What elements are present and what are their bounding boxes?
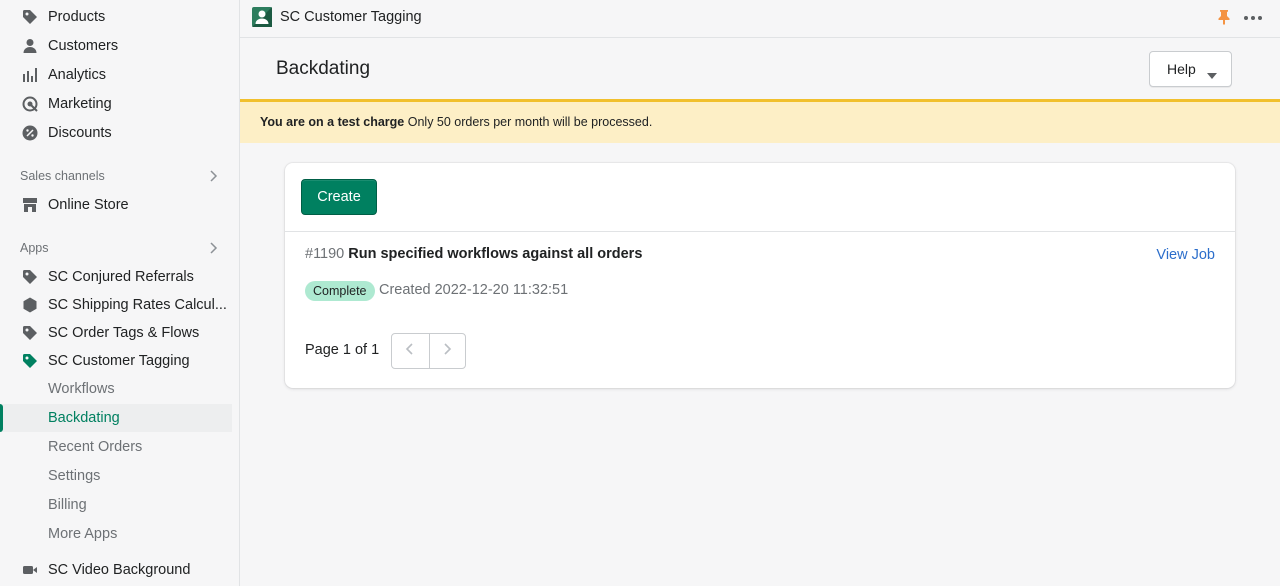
app-logo-icon (252, 7, 272, 27)
job-title: #1190 Run specified workflows against al… (305, 246, 642, 262)
chevron-left-icon (405, 342, 415, 361)
sidebar-item-label: Workflows (48, 381, 115, 397)
banner-message: Only 50 orders per month will be process… (407, 115, 653, 129)
pin-icon[interactable] (1217, 9, 1231, 30)
sidebar-subitem-more-apps[interactable]: More Apps (0, 520, 232, 548)
jobs-card: Create #1190 Run specified workflows aga… (285, 163, 1235, 388)
sidebar-subitem-settings[interactable]: Settings (0, 462, 232, 490)
next-page-button[interactable] (428, 334, 466, 368)
previous-page-button[interactable] (392, 334, 429, 368)
tag-icon (22, 9, 38, 25)
pagination-info: Page 1 of 1 (305, 342, 380, 358)
sidebar-item-label: Customers (48, 38, 119, 54)
sidebar-item-label: SC Customer Tagging (48, 353, 190, 369)
tag-icon (22, 325, 38, 341)
sidebar-item-label: More Apps (48, 526, 118, 542)
job-id: #1190 (305, 246, 345, 262)
banner-bold-text: You are on a test charge (260, 115, 405, 129)
sidebar-item-sc-video-background[interactable]: SC Video Background (0, 556, 232, 584)
sidebar-item-label: SC Order Tags & Flows (48, 325, 200, 341)
sidebar-item-label: Billing (48, 497, 87, 513)
status-badge: Complete (305, 281, 375, 301)
sidebar-item-label: Products (48, 9, 106, 25)
store-icon (22, 197, 38, 213)
sidebar-nav: Products Customers Analytics Marketing D… (0, 0, 240, 586)
page-title: Backdating (276, 58, 371, 79)
active-indicator (0, 404, 3, 432)
job-created-timestamp: Created 2022-12-20 11:32:51 (379, 282, 569, 298)
discount-icon (22, 125, 38, 141)
sidebar-item-analytics[interactable]: Analytics (0, 61, 232, 89)
sidebar-item-marketing[interactable]: Marketing (0, 90, 232, 118)
sidebar-item-label: Discounts (48, 125, 112, 141)
sidebar-subitem-workflows[interactable]: Workflows (0, 375, 232, 403)
tag-icon (22, 269, 38, 285)
sidebar-item-label: Online Store (48, 197, 129, 213)
view-job-link[interactable]: View Job (1156, 247, 1215, 263)
sidebar-item-discounts[interactable]: Discounts (0, 119, 232, 147)
bar-chart-icon (22, 67, 38, 83)
sidebar-item-label: Settings (48, 468, 101, 484)
sales-channels-heading[interactable]: Sales channels (20, 166, 220, 186)
sidebar-item-label: Marketing (48, 96, 112, 112)
section-heading-label: Sales channels (20, 169, 105, 183)
sidebar-item-label: SC Video Background (48, 562, 191, 578)
help-button-label: Help (1167, 61, 1196, 77)
caret-down-icon (1207, 66, 1217, 82)
sidebar-item-sc-shipping-rates[interactable]: SC Shipping Rates Calcul... (0, 291, 232, 319)
chevron-right-icon (208, 241, 218, 258)
app-name: SC Customer Tagging (280, 9, 422, 25)
sidebar-subitem-backdating[interactable]: Backdating (0, 404, 232, 432)
sidebar-item-sc-conjured-referrals[interactable]: SC Conjured Referrals (0, 263, 232, 291)
create-button[interactable]: Create (301, 179, 377, 215)
sidebar-item-label: Recent Orders (48, 439, 143, 455)
banner-text: You are on a test charge Only 50 orders … (260, 115, 652, 129)
divider (285, 231, 1235, 232)
chevron-right-icon (442, 342, 452, 361)
sidebar-item-customers[interactable]: Customers (0, 32, 232, 60)
section-heading-label: Apps (20, 241, 49, 255)
chevron-right-icon (208, 169, 218, 186)
hexagon-icon (22, 297, 38, 313)
sidebar-item-label: Analytics (48, 67, 107, 83)
sidebar-item-online-store[interactable]: Online Store (0, 191, 232, 219)
sidebar-item-sc-order-tags[interactable]: SC Order Tags & Flows (0, 319, 232, 347)
sidebar-subitem-recent-orders[interactable]: Recent Orders (0, 433, 232, 461)
target-icon (22, 96, 38, 112)
sidebar-item-label: Backdating (48, 410, 120, 426)
apps-heading[interactable]: Apps (20, 238, 220, 258)
video-icon (22, 562, 38, 578)
job-name: Run specified workflows against all orde… (348, 246, 643, 262)
sidebar-item-label: SC Conjured Referrals (48, 269, 194, 285)
pagination-controls (391, 333, 466, 369)
sidebar-subitem-billing[interactable]: Billing (0, 491, 232, 519)
help-button[interactable]: Help (1149, 51, 1232, 87)
sidebar-item-products[interactable]: Products (0, 3, 232, 31)
person-icon (22, 38, 38, 54)
app-topbar: SC Customer Tagging (240, 0, 1280, 38)
more-actions-icon[interactable] (1243, 10, 1263, 31)
tag-icon (22, 353, 38, 369)
test-charge-banner: You are on a test charge Only 50 orders … (240, 99, 1280, 143)
sidebar-item-sc-customer-tagging[interactable]: SC Customer Tagging (0, 347, 232, 375)
sidebar-item-label: SC Shipping Rates Calcul... (48, 297, 227, 313)
